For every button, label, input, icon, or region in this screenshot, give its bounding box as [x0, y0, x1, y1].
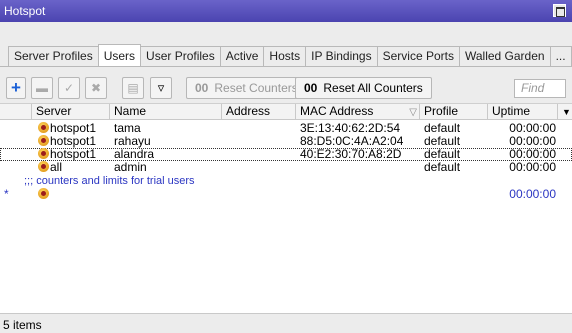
- tab-ip-bindings[interactable]: IP Bindings: [305, 46, 378, 66]
- tab-hosts[interactable]: Hosts: [263, 46, 307, 66]
- add-button[interactable]: +: [6, 77, 26, 99]
- profile-cell: default: [424, 122, 461, 135]
- server-text: hotspot1: [50, 122, 97, 135]
- table-row[interactable]: hotspot1 rahayu 88:D5:0C:4A:A2:04 defaul…: [0, 135, 572, 148]
- header-server[interactable]: Server: [32, 104, 110, 120]
- server-cell: all: [38, 161, 62, 174]
- server-cell: hotspot1: [38, 148, 96, 161]
- find-input[interactable]: Find: [514, 79, 566, 98]
- uptime-cell: 00:00:00: [509, 148, 556, 161]
- server-text: hotspot1: [50, 135, 97, 148]
- server-cell: hotspot1: [38, 122, 96, 135]
- maximize-icon[interactable]: [553, 4, 566, 17]
- users-table: Server Name Address MAC Address ▽ Profil…: [0, 104, 572, 313]
- window-titlebar: Hotspot: [0, 0, 572, 22]
- hotspot-user-icon: [38, 161, 49, 172]
- toolbar: + ▬ ✓ ✖ ▤ ▿ 00 Reset Counters 00 Reset A…: [0, 70, 572, 104]
- hotspot-user-icon: [38, 188, 49, 199]
- table-row[interactable]: hotspot1 tama 3E:13:40:62:2D:54 default …: [0, 122, 572, 135]
- name-cell: admin: [114, 161, 147, 174]
- filter-button[interactable]: ▿: [150, 77, 172, 99]
- server-text: all: [50, 161, 63, 174]
- tab-user-profiles[interactable]: User Profiles: [140, 46, 221, 66]
- uptime-cell: 00:00:00: [509, 188, 556, 201]
- comment-row[interactable]: ;;; counters and limits for trial users: [0, 175, 572, 188]
- table-row[interactable]: hotspot1 alandra 40:E2:30:70:A8:2D defau…: [0, 148, 572, 161]
- mac-cell: 40:E2:30:70:A8:2D: [300, 148, 402, 161]
- tab-more[interactable]: ...: [549, 46, 572, 66]
- header-profile[interactable]: Profile: [420, 104, 488, 120]
- header-address-label: Address: [226, 104, 271, 118]
- tab-active[interactable]: Active: [219, 46, 265, 66]
- reset-all-counters-button[interactable]: 00 Reset All Counters: [295, 77, 432, 99]
- reset-all-label: Reset All Counters: [323, 81, 423, 95]
- header-column-chooser[interactable]: ▼: [558, 104, 572, 120]
- reset-counters-button[interactable]: 00 Reset Counters: [186, 77, 307, 99]
- header-uptime[interactable]: Uptime: [488, 104, 558, 120]
- chevron-down-icon: ▼: [562, 107, 571, 117]
- uptime-cell: 00:00:00: [509, 122, 556, 135]
- x-icon: ✖: [90, 81, 102, 95]
- item-count: 5 items: [3, 318, 42, 332]
- tab-service-ports[interactable]: Service Ports: [376, 46, 460, 66]
- hotspot-user-icon: [38, 122, 49, 133]
- tab-divider: [0, 66, 572, 67]
- window-title: Hotspot: [4, 4, 46, 18]
- minus-icon: ▬: [36, 81, 48, 95]
- mac-cell: 3E:13:40:62:2D:54: [300, 122, 401, 135]
- mac-cell: 88:D5:0C:4A:A2:04: [300, 135, 404, 148]
- profile-cell: default: [424, 135, 461, 148]
- uptime-cell: 00:00:00: [509, 161, 556, 174]
- name-cell: alandra: [114, 148, 155, 161]
- name-cell: rahayu: [114, 135, 151, 148]
- header-name[interactable]: Name: [110, 104, 222, 120]
- tab-walled-garden[interactable]: Walled Garden: [458, 46, 551, 66]
- tab-strip: Server Profiles Users User Profiles Acti…: [0, 22, 572, 70]
- tab-users[interactable]: Users: [97, 44, 142, 66]
- header-address[interactable]: Address: [222, 104, 296, 120]
- tab-bar: Server Profiles Users User Profiles Acti…: [8, 44, 572, 66]
- uptime-cell: 00:00:00: [509, 135, 556, 148]
- status-bar: 5 items: [0, 313, 572, 333]
- comment-icon: ▤: [127, 81, 139, 95]
- reset-counters-prefix: 00: [195, 81, 209, 95]
- flag-cell: *: [4, 188, 9, 201]
- table-row[interactable]: * 00:00:00: [0, 188, 572, 201]
- table-row[interactable]: all admin default 00:00:00: [0, 161, 572, 174]
- comment-text: ;;; counters and limits for trial users: [24, 175, 195, 187]
- filter-icon: ▿: [157, 80, 165, 95]
- tab-server-profiles[interactable]: Server Profiles: [8, 46, 99, 66]
- hotspot-user-icon: [38, 135, 49, 146]
- reset-counters-label: Reset Counters: [214, 81, 298, 95]
- reset-all-prefix: 00: [304, 81, 318, 95]
- check-icon: ✓: [63, 81, 75, 95]
- server-cell: [38, 188, 50, 201]
- table-header: Server Name Address MAC Address ▽ Profil…: [0, 104, 572, 120]
- disable-button[interactable]: ✖: [85, 77, 107, 99]
- header-flag[interactable]: [0, 104, 32, 120]
- plus-icon: +: [11, 78, 21, 97]
- server-cell: hotspot1: [38, 135, 96, 148]
- header-mac-label: MAC Address: [300, 104, 374, 118]
- server-text: hotspot1: [50, 148, 97, 161]
- remove-button[interactable]: ▬: [31, 77, 53, 99]
- name-cell: tama: [114, 122, 141, 135]
- sort-icon: ▽: [409, 107, 417, 118]
- profile-cell: default: [424, 148, 461, 161]
- header-mac[interactable]: MAC Address ▽: [296, 104, 420, 120]
- comment-button[interactable]: ▤: [122, 77, 144, 99]
- enable-button[interactable]: ✓: [58, 77, 80, 99]
- hotspot-user-icon: [38, 148, 49, 159]
- profile-cell: default: [424, 161, 461, 174]
